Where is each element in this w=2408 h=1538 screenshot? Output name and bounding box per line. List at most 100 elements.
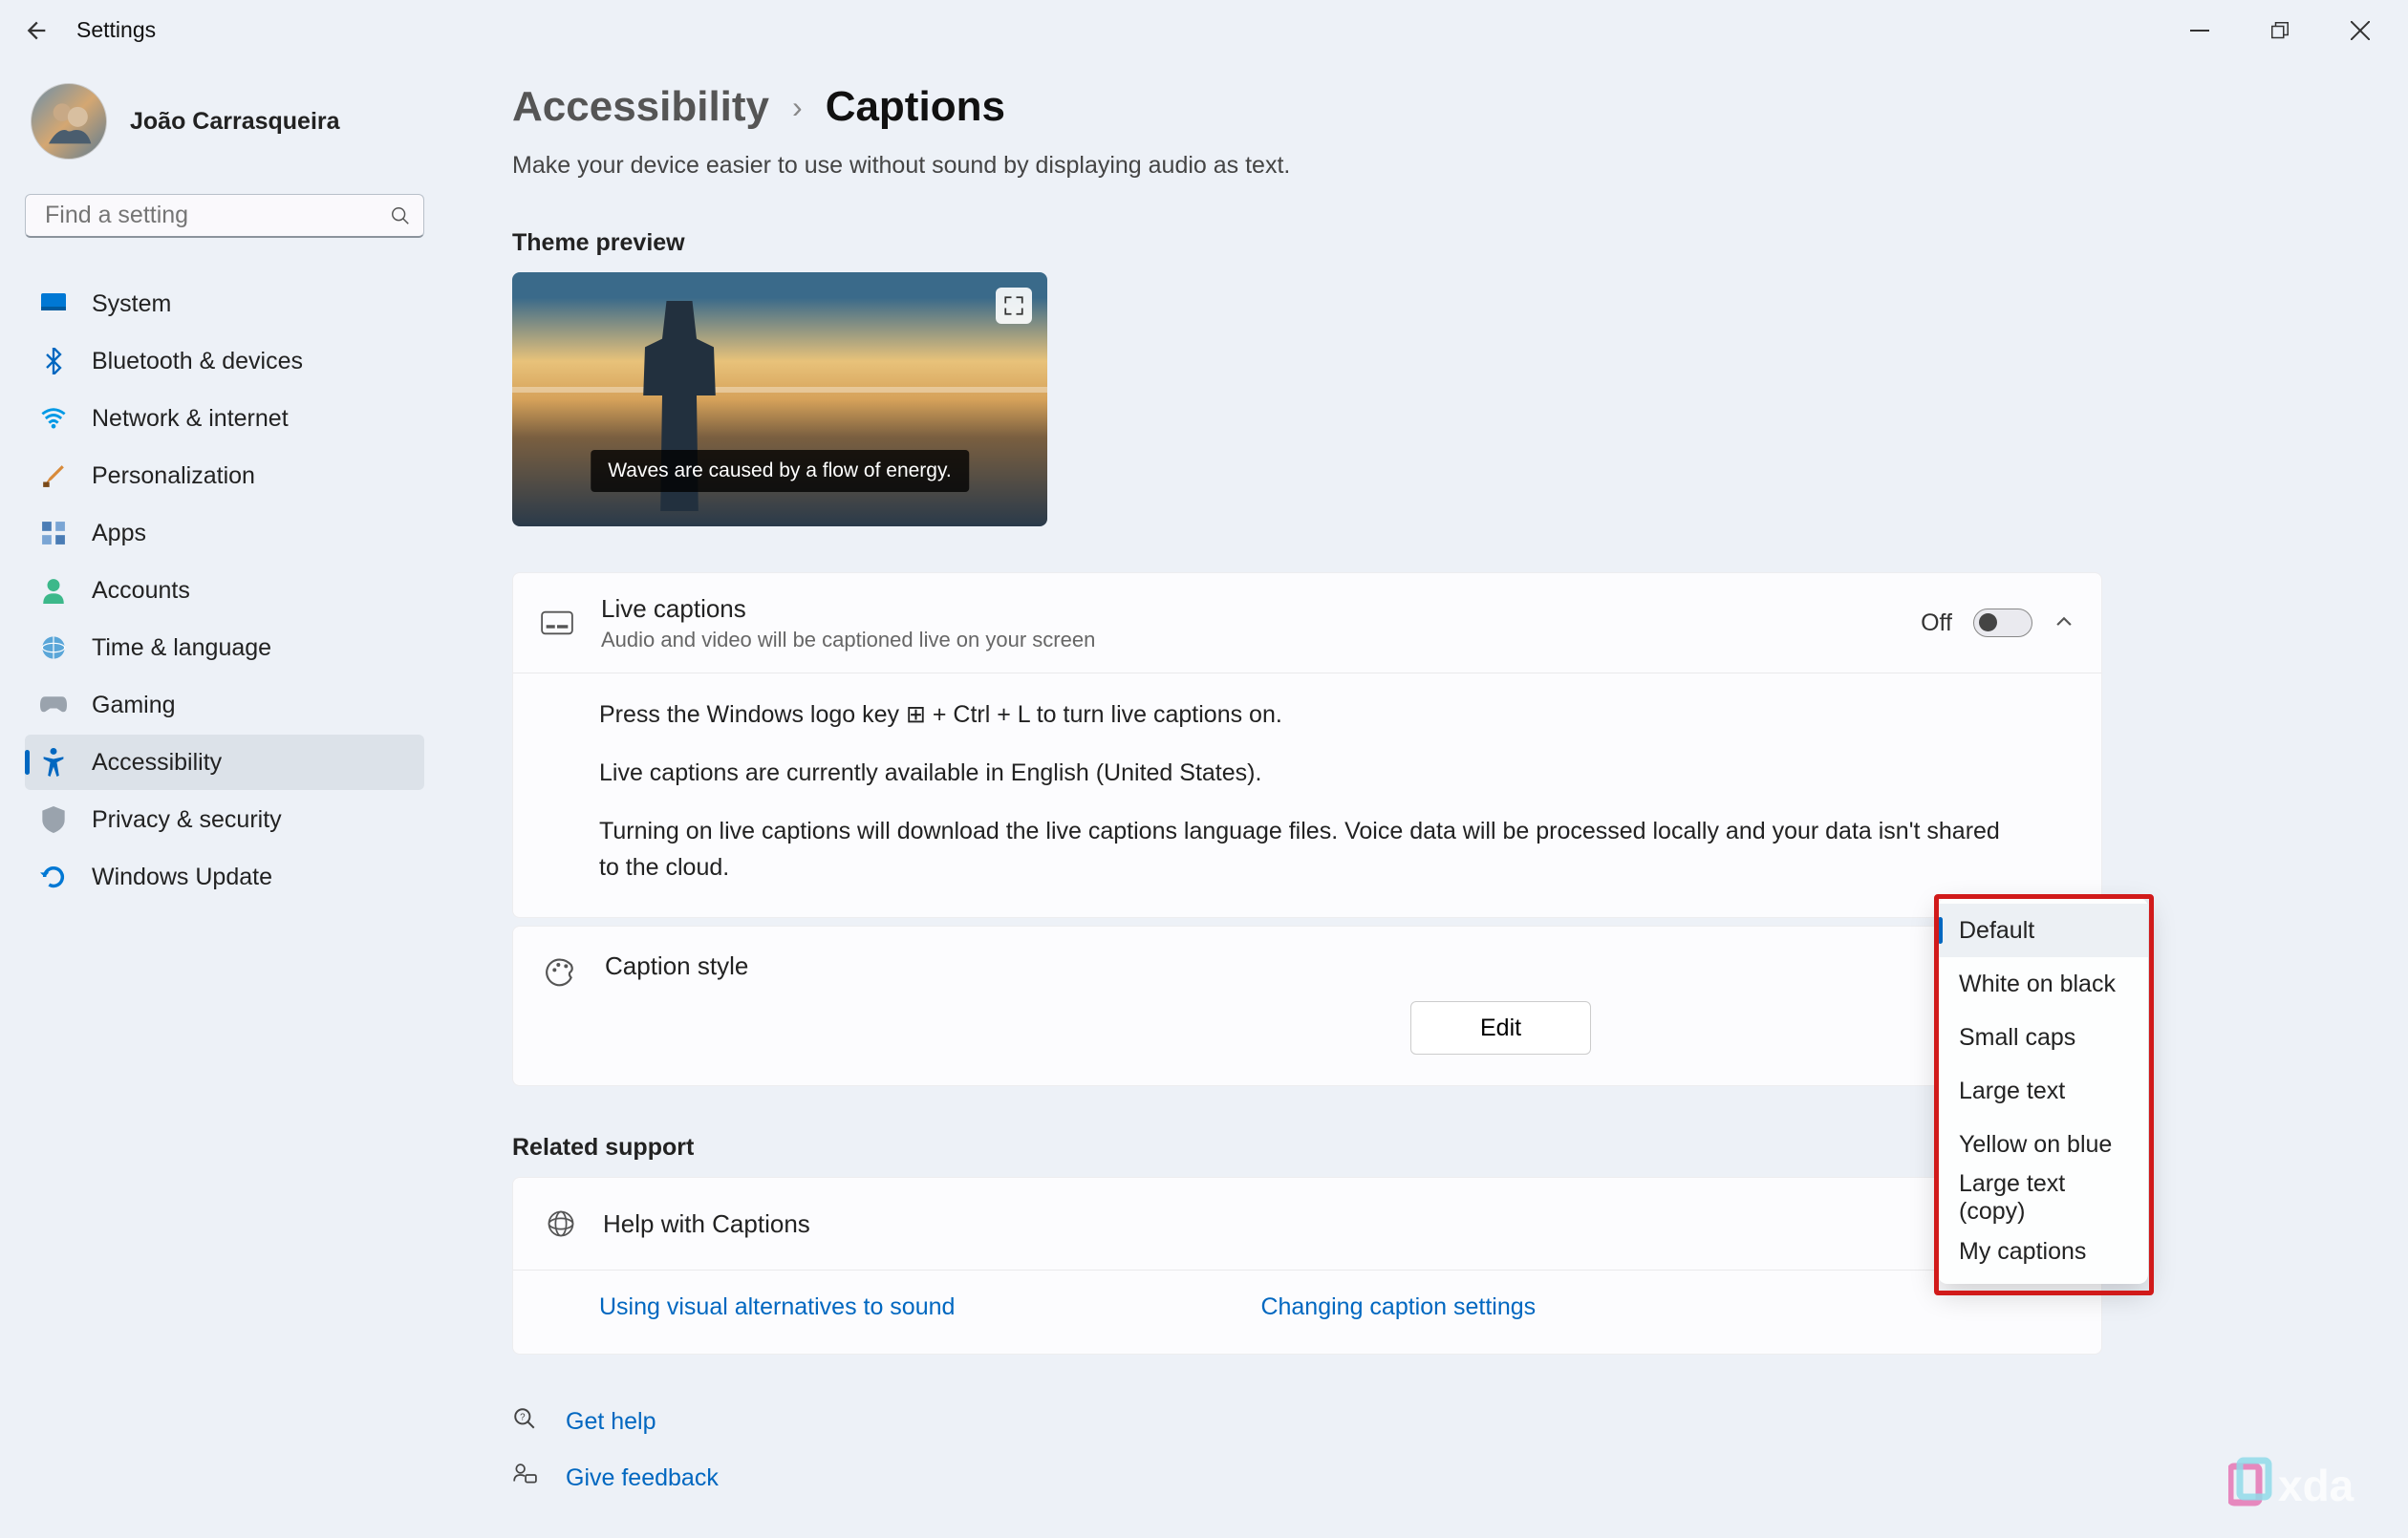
support-link-visual[interactable]: Using visual alternatives to sound	[599, 1293, 955, 1321]
sidebar-item-accessibility[interactable]: Accessibility	[25, 735, 424, 790]
wifi-icon	[40, 405, 67, 432]
svg-text:xda: xda	[2278, 1461, 2354, 1510]
sidebar-item-personalization[interactable]: Personalization	[25, 448, 424, 503]
nav-label: System	[92, 290, 171, 318]
layout: João Carrasqueira System Bluetooth & dev…	[0, 60, 2408, 1538]
breadcrumb: Accessibility › Captions	[512, 83, 2102, 131]
window-controls	[2160, 4, 2400, 56]
accounts-icon	[40, 577, 67, 604]
content: Accessibility › Captions Make your devic…	[449, 60, 2408, 1538]
maximize-button[interactable]	[2240, 4, 2320, 56]
support-link-caption-settings[interactable]: Changing caption settings	[1260, 1293, 1536, 1321]
sidebar-item-time[interactable]: Time & language	[25, 620, 424, 675]
theme-preview: Waves are caused by a flow of energy.	[512, 272, 1047, 526]
info-line-3: Turning on live captions will download t…	[599, 813, 2015, 887]
page-description: Make your device easier to use without s…	[512, 152, 2102, 180]
live-captions-card: Live captions Audio and video will be ca…	[512, 572, 2102, 918]
sidebar-item-system[interactable]: System	[25, 276, 424, 331]
paintbrush-icon	[40, 462, 67, 489]
minimize-icon	[2190, 21, 2209, 40]
info-line-1: Press the Windows logo key ⊞ + Ctrl + L …	[599, 696, 2015, 734]
style-option-large-text[interactable]: Large text	[1938, 1064, 2148, 1118]
help-card: Help with Captions Using visual alternat…	[512, 1177, 2102, 1355]
close-icon	[2351, 21, 2370, 40]
search-input[interactable]	[25, 194, 424, 238]
style-option-large-text-copy[interactable]: Large text (copy)	[1938, 1171, 2148, 1225]
style-option-small-caps[interactable]: Small caps	[1938, 1011, 2148, 1064]
chevron-up-icon[interactable]	[2053, 610, 2075, 636]
toggle-state-label: Off	[1921, 609, 1952, 637]
get-help-link[interactable]: ? Get help	[512, 1406, 2102, 1438]
caption-style-dropdown[interactable]: Default White on black Small caps Large …	[1938, 898, 2148, 1284]
style-option-default[interactable]: Default	[1938, 904, 2148, 957]
help-header[interactable]: Help with Captions	[513, 1178, 2101, 1270]
watermark-logo: xda	[2228, 1453, 2391, 1521]
related-support-label: Related support	[512, 1134, 2102, 1162]
avatar	[31, 83, 107, 160]
style-option-my-captions[interactable]: My captions	[1938, 1225, 2148, 1278]
live-captions-toggle[interactable]	[1973, 609, 2032, 637]
apps-icon	[40, 520, 67, 546]
gaming-icon	[40, 692, 67, 718]
give-feedback-label: Give feedback	[566, 1464, 719, 1492]
minimize-button[interactable]	[2160, 4, 2240, 56]
live-captions-info: Press the Windows logo key ⊞ + Ctrl + L …	[513, 673, 2101, 917]
search-icon	[390, 205, 411, 231]
nav-label: Personalization	[92, 462, 255, 490]
give-feedback-link[interactable]: Give feedback	[512, 1463, 2102, 1494]
sidebar-item-apps[interactable]: Apps	[25, 505, 424, 561]
nav: System Bluetooth & devices Network & int…	[25, 276, 424, 905]
breadcrumb-parent[interactable]: Accessibility	[512, 83, 769, 131]
nav-label: Bluetooth & devices	[92, 348, 303, 375]
live-captions-subtitle: Audio and video will be captioned live o…	[601, 628, 1921, 652]
caption-style-card: Caption style Edit	[512, 926, 2102, 1086]
support-links: Using visual alternatives to sound Chang…	[513, 1270, 2101, 1354]
nav-label: Time & language	[92, 634, 271, 662]
close-button[interactable]	[2320, 4, 2400, 56]
system-icon	[40, 290, 67, 317]
svg-text:?: ?	[520, 1413, 526, 1423]
app-title: Settings	[76, 17, 156, 43]
search-wrap	[25, 194, 424, 238]
avatar-photo-icon	[42, 95, 96, 148]
edit-button[interactable]: Edit	[1410, 1001, 1591, 1055]
accessibility-icon	[40, 749, 67, 776]
update-icon	[40, 864, 67, 890]
expand-preview-button[interactable]	[996, 288, 1032, 324]
page-title: Captions	[826, 83, 1005, 131]
sidebar-item-gaming[interactable]: Gaming	[25, 677, 424, 733]
nav-label: Privacy & security	[92, 806, 282, 834]
sidebar: João Carrasqueira System Bluetooth & dev…	[0, 60, 449, 1538]
style-option-yellow-on-blue[interactable]: Yellow on blue	[1938, 1118, 2148, 1171]
user-profile[interactable]: João Carrasqueira	[31, 83, 424, 160]
live-captions-title: Live captions	[601, 594, 1921, 624]
globe-icon	[544, 1207, 578, 1241]
feedback-icon	[512, 1463, 537, 1494]
nav-label: Windows Update	[92, 864, 272, 891]
chevron-right-icon: ›	[792, 90, 803, 125]
caption-style-title: Caption style	[605, 951, 748, 981]
titlebar: Settings	[0, 0, 2408, 60]
maximize-icon	[2271, 22, 2289, 39]
sidebar-item-update[interactable]: Windows Update	[25, 849, 424, 905]
live-captions-header[interactable]: Live captions Audio and video will be ca…	[513, 573, 2101, 673]
nav-label: Gaming	[92, 692, 176, 719]
theme-preview-label: Theme preview	[512, 229, 2102, 257]
get-help-label: Get help	[566, 1408, 656, 1436]
help-title: Help with Captions	[603, 1209, 810, 1239]
back-button[interactable]	[8, 2, 65, 59]
sidebar-item-accounts[interactable]: Accounts	[25, 563, 424, 618]
style-option-white-on-black[interactable]: White on black	[1938, 957, 2148, 1011]
nav-label: Apps	[92, 520, 146, 547]
related-support-section: Related support Help with Captions Using…	[512, 1134, 2102, 1355]
sidebar-item-privacy[interactable]: Privacy & security	[25, 792, 424, 847]
nav-label: Accounts	[92, 577, 190, 605]
bluetooth-icon	[40, 348, 67, 374]
shield-icon	[40, 806, 67, 833]
back-arrow-icon	[23, 17, 50, 44]
sidebar-item-bluetooth[interactable]: Bluetooth & devices	[25, 333, 424, 389]
sidebar-item-network[interactable]: Network & internet	[25, 391, 424, 446]
nav-label: Network & internet	[92, 405, 289, 433]
user-name: João Carrasqueira	[130, 108, 340, 136]
help-icon: ?	[512, 1406, 537, 1438]
